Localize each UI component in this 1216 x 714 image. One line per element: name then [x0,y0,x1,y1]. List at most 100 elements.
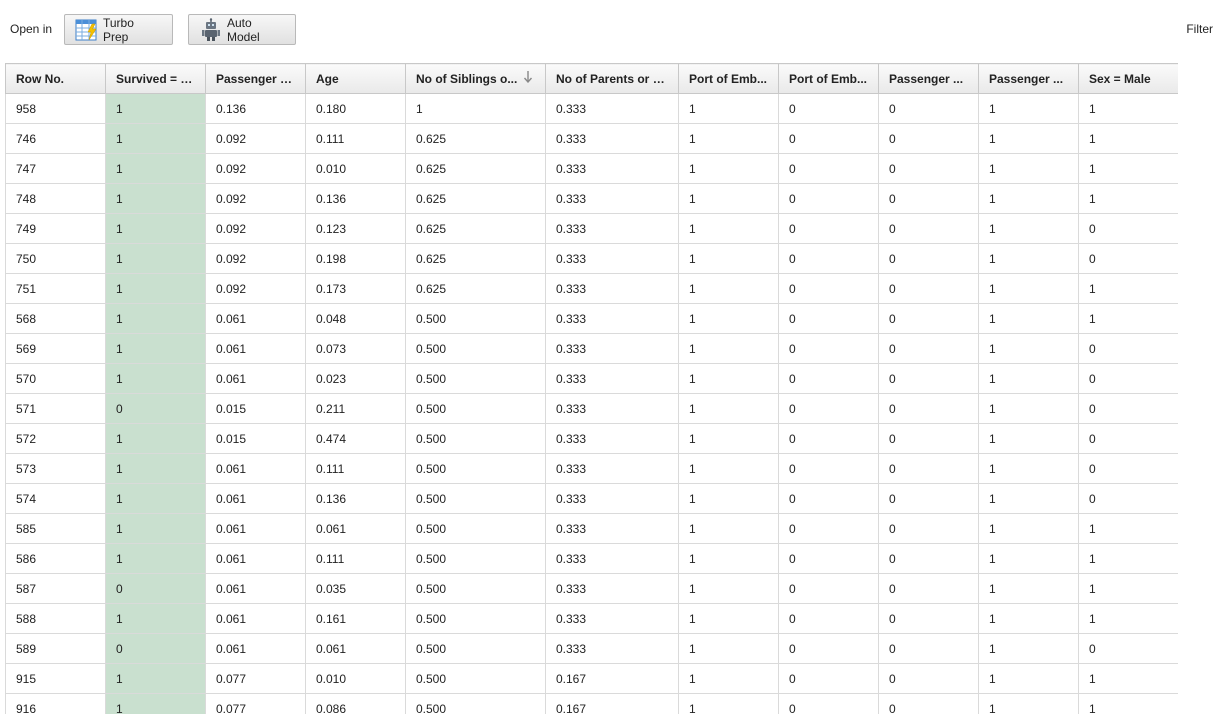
table-cell: 1 [678,93,779,124]
table-cell: 751 [5,273,106,304]
table-cell: 1 [978,333,1079,364]
table-row[interactable]: 588 1 0.061 0.161 0.500 0.333 1 0 0 1 1 [5,603,1178,634]
table-cell: 0.198 [305,243,406,274]
table-cell: 0 [1078,213,1178,244]
table-cell: 0 [778,333,879,364]
table-cell: 0 [778,183,879,214]
table-cell: 0.333 [545,243,679,274]
table-row[interactable]: 570 1 0.061 0.023 0.500 0.333 1 0 0 1 0 [5,363,1178,394]
table-cell: 1 [678,543,779,574]
table-cell: 0 [778,513,879,544]
table-cell: 1 [978,483,1079,514]
table-cell: 1 [105,483,206,514]
table-row[interactable]: 749 1 0.092 0.123 0.625 0.333 1 0 0 1 0 [5,213,1178,244]
table-row[interactable]: 569 1 0.061 0.073 0.500 0.333 1 0 0 1 0 [5,333,1178,364]
table-cell: 0.333 [545,153,679,184]
table-cell: 0.500 [405,453,546,484]
column-header-port-embarkation-1[interactable]: Port of Emb... [678,63,779,94]
table-row[interactable]: 748 1 0.092 0.136 0.625 0.333 1 0 0 1 1 [5,183,1178,214]
table-cell: 0 [1078,453,1178,484]
filter-label: Filter [1186,22,1213,36]
table-row[interactable]: 750 1 0.092 0.198 0.625 0.333 1 0 0 1 0 [5,243,1178,274]
table-cell: 0.136 [305,183,406,214]
table-cell: 0 [778,573,879,604]
table-cell: 0 [878,393,979,424]
column-header-passenger-class-2[interactable]: Passenger ... [978,63,1079,94]
table-cell: 1 [1078,273,1178,304]
table-cell: 0 [878,603,979,634]
arrow-down-icon[interactable] [523,71,533,86]
table-cell: 0 [878,573,979,604]
table-cell: 1 [105,93,206,124]
table-cell: 0.333 [545,573,679,604]
table-row[interactable]: 915 1 0.077 0.010 0.500 0.167 1 0 0 1 1 [5,663,1178,694]
table-cell: 0 [778,363,879,394]
table-cell: 1 [678,393,779,424]
table-cell: 1 [678,573,779,604]
table-cell: 1 [105,543,206,574]
table-row[interactable]: 587 0 0.061 0.035 0.500 0.333 1 0 0 1 1 [5,573,1178,604]
table-cell: 0.333 [545,123,679,154]
column-header-passenger-class-1[interactable]: Passenger ... [878,63,979,94]
table-row[interactable]: 568 1 0.061 0.048 0.500 0.333 1 0 0 1 1 [5,303,1178,334]
table-cell: 0.061 [205,633,306,664]
auto-model-button[interactable]: Auto Model [188,14,296,45]
table-cell: 0.136 [205,93,306,124]
table-cell: 0 [1078,483,1178,514]
table-row[interactable]: 747 1 0.092 0.010 0.625 0.333 1 0 0 1 1 [5,153,1178,184]
column-header-sex[interactable]: Sex = Male [1078,63,1178,94]
table-cell: 1 [105,273,206,304]
table-cell: 0.061 [205,303,306,334]
table-row[interactable]: 751 1 0.092 0.173 0.625 0.333 1 0 0 1 1 [5,273,1178,304]
table-cell: 0.086 [305,693,406,714]
table-row[interactable]: 573 1 0.061 0.111 0.500 0.333 1 0 0 1 0 [5,453,1178,484]
table-cell: 1 [678,153,779,184]
table-cell: 0 [1078,633,1178,664]
table-cell: 0 [778,213,879,244]
table-cell: 1 [678,243,779,274]
table-cell: 0.500 [405,693,546,714]
column-header-age[interactable]: Age [305,63,406,94]
table-cell: 1 [678,183,779,214]
data-grid: Row No. Survived = No Passenger F... Age… [5,63,1178,714]
table-cell: 0 [105,633,206,664]
table-cell: 0.023 [305,363,406,394]
table-cell: 0.625 [405,123,546,154]
turbo-prep-button[interactable]: Turbo Prep [64,14,173,45]
table-row[interactable]: 585 1 0.061 0.061 0.500 0.333 1 0 0 1 1 [5,513,1178,544]
table-cell: 0 [105,573,206,604]
table-cell: 1 [678,483,779,514]
table-row[interactable]: 574 1 0.061 0.136 0.500 0.333 1 0 0 1 0 [5,483,1178,514]
table-row[interactable]: 586 1 0.061 0.111 0.500 0.333 1 0 0 1 1 [5,543,1178,574]
table-row[interactable]: 916 1 0.077 0.086 0.500 0.167 1 0 0 1 1 [5,693,1178,714]
table-cell: 0.092 [205,213,306,244]
table-cell: 0.061 [205,333,306,364]
table-row[interactable]: 571 0 0.015 0.211 0.500 0.333 1 0 0 1 0 [5,393,1178,424]
table-cell: 0.625 [405,213,546,244]
table-cell: 0.500 [405,303,546,334]
table-cell: 1 [978,183,1079,214]
column-header-port-embarkation-2[interactable]: Port of Emb... [778,63,879,94]
table-cell: 0.500 [405,483,546,514]
table-row[interactable]: 589 0 0.061 0.061 0.500 0.333 1 0 0 1 0 [5,633,1178,664]
table-cell: 1 [105,243,206,274]
table-cell: 0 [1078,423,1178,454]
table-cell: 915 [5,663,106,694]
column-header-row-no[interactable]: Row No. [5,63,106,94]
table-cell: 0.092 [205,273,306,304]
table-cell: 0.180 [305,93,406,124]
table-cell: 0.161 [305,603,406,634]
table-cell: 1 [1078,513,1178,544]
table-cell: 568 [5,303,106,334]
table-row[interactable]: 958 1 0.136 0.180 1 0.333 1 0 0 1 1 [5,93,1178,124]
table-cell: 958 [5,93,106,124]
column-header-parents[interactable]: No of Parents or C... [545,63,679,94]
table-cell: 0 [878,213,979,244]
column-header-survived[interactable]: Survived = No [105,63,206,94]
table-row[interactable]: 572 1 0.015 0.474 0.500 0.333 1 0 0 1 0 [5,423,1178,454]
table-cell: 1 [1078,93,1178,124]
column-header-passenger-fare[interactable]: Passenger F... [205,63,306,94]
table-row[interactable]: 746 1 0.092 0.111 0.625 0.333 1 0 0 1 1 [5,123,1178,154]
table-cell: 0.333 [545,513,679,544]
column-header-siblings[interactable]: No of Siblings o... [405,63,546,94]
